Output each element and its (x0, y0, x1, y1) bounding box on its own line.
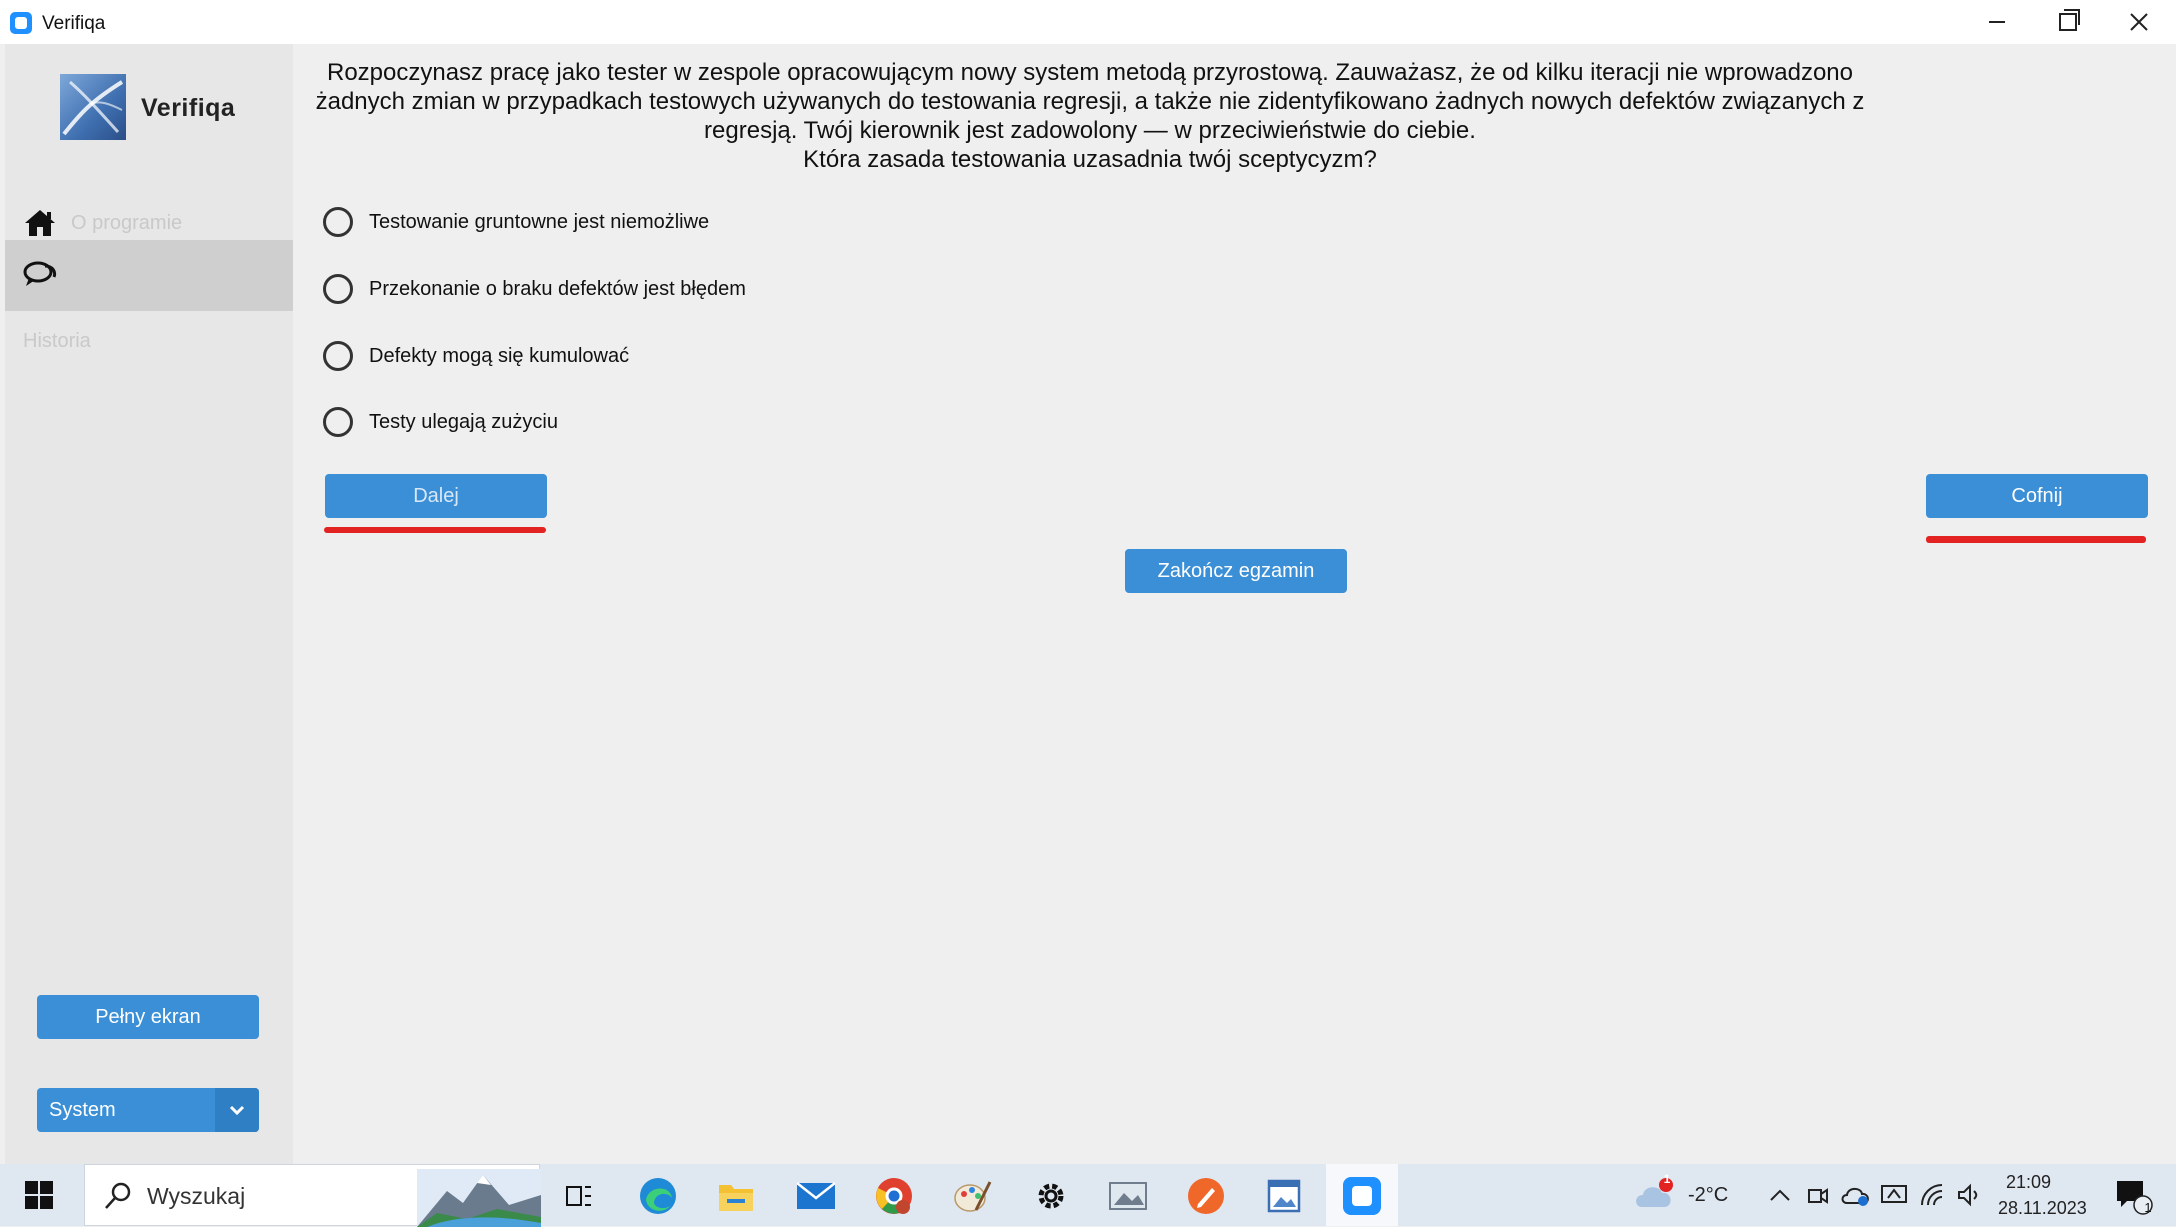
mountain-illustration-icon (417, 1169, 541, 1227)
home-icon (25, 210, 55, 236)
search-placeholder: Wyszukaj (147, 1183, 246, 1209)
volume-icon[interactable] (1952, 1178, 1988, 1212)
radio-button[interactable] (323, 407, 353, 437)
restore-icon (2059, 9, 2080, 31)
wifi-icon[interactable] (1916, 1178, 1952, 1212)
notifications-icon[interactable]: 1 (2108, 1176, 2158, 1216)
edge-browser-icon[interactable] (638, 1176, 678, 1216)
answer-label: Testowanie gruntowne jest niemożliwe (369, 211, 710, 233)
file-explorer-icon[interactable] (716, 1176, 756, 1216)
close-button[interactable] (2104, 0, 2174, 44)
gear-icon[interactable] (1031, 1176, 1071, 1216)
app-icon (10, 12, 32, 34)
finish-exam-button[interactable]: Zakończ egzamin (1125, 549, 1347, 593)
language-icon[interactable] (1876, 1178, 1912, 1212)
question-text: Rozpoczynasz pracę jako tester w zespole… (310, 58, 1870, 174)
paint-icon[interactable] (952, 1176, 992, 1216)
chevron-up-icon[interactable] (1762, 1178, 1798, 1212)
answer-label: Testy ulegają zużyciu (369, 411, 558, 433)
answer-label: Defekty mogą się kumulować (369, 345, 630, 367)
weather-temperature: -2°C (1688, 1184, 1729, 1206)
window-title: Verifiqa (42, 13, 106, 34)
back-annotation-underline (1926, 536, 2146, 543)
restore-button[interactable] (2033, 0, 2103, 44)
verifiqa-taskbar-icon (1343, 1177, 1381, 1215)
app-logo (60, 74, 126, 140)
notification-count: 1 (2144, 1200, 2152, 1215)
task-view-icon[interactable] (559, 1176, 599, 1216)
answer-label: Przekonanie o braku defektów jest błędem (369, 278, 746, 300)
chevron-down-icon[interactable] (215, 1088, 259, 1132)
clock-date[interactable]: 28.11.2023 (1998, 1198, 2087, 1219)
next-annotation-underline (324, 527, 546, 533)
onedrive-icon[interactable] (1838, 1178, 1874, 1212)
sidebar: Verifiqa O programie Historia Pełny ekra… (5, 44, 293, 1164)
taskbar: Wyszukaj 1 -2°C 21:09 28.11.2023 1 (0, 1164, 2176, 1227)
radio-button[interactable] (323, 207, 353, 237)
theme-select[interactable]: System (37, 1088, 259, 1132)
title-bar: Verifiqa (0, 0, 2176, 44)
close-icon (2130, 13, 2148, 31)
minimize-icon (1989, 21, 2005, 23)
taskbar-active-app[interactable] (1326, 1164, 1398, 1226)
photos-icon[interactable] (1108, 1176, 1148, 1216)
theme-select-value: System (49, 1099, 116, 1121)
minimize-button[interactable] (1962, 0, 2032, 44)
chrome-icon[interactable] (874, 1176, 914, 1216)
sidebar-item-history[interactable]: Historia (23, 330, 91, 353)
taskbar-search[interactable]: Wyszukaj (84, 1164, 541, 1227)
clock-time[interactable]: 21:09 (2006, 1172, 2051, 1193)
weather-icon[interactable]: 1 (1632, 1172, 1676, 1214)
windows-icon (25, 1181, 53, 1209)
question-line: Która zasada testowania uzasadnia twój s… (803, 146, 1377, 173)
chat-icon (23, 261, 57, 286)
back-button[interactable]: Cofnij (1926, 474, 2148, 518)
question-line: żadnych zmian w przypadkach testowych uż… (315, 88, 1865, 115)
brand-name: Verifiqa (141, 94, 236, 122)
pen-app-icon[interactable] (1186, 1176, 1226, 1216)
fullscreen-button[interactable]: Pełny ekran (37, 995, 259, 1039)
radio-button[interactable] (323, 341, 353, 371)
sidebar-item-label: O programie (71, 212, 183, 234)
start-button[interactable] (24, 1180, 54, 1215)
search-icon (105, 1182, 131, 1209)
radio-button[interactable] (323, 274, 353, 304)
weather-badge: 1 (1663, 1172, 1671, 1186)
sidebar-item-exam[interactable] (5, 240, 293, 311)
question-line: regresją. Twój kierownik jest zadowolony… (704, 117, 1476, 144)
question-line: Rozpoczynasz pracę jako tester w zespole… (326, 59, 1853, 86)
image-viewer-icon[interactable] (1264, 1176, 1304, 1216)
meet-now-icon[interactable] (1800, 1178, 1836, 1212)
next-button[interactable]: Dalej (325, 474, 547, 518)
mail-icon[interactable] (796, 1176, 836, 1216)
sidebar-item-about[interactable]: O programie (5, 204, 293, 242)
